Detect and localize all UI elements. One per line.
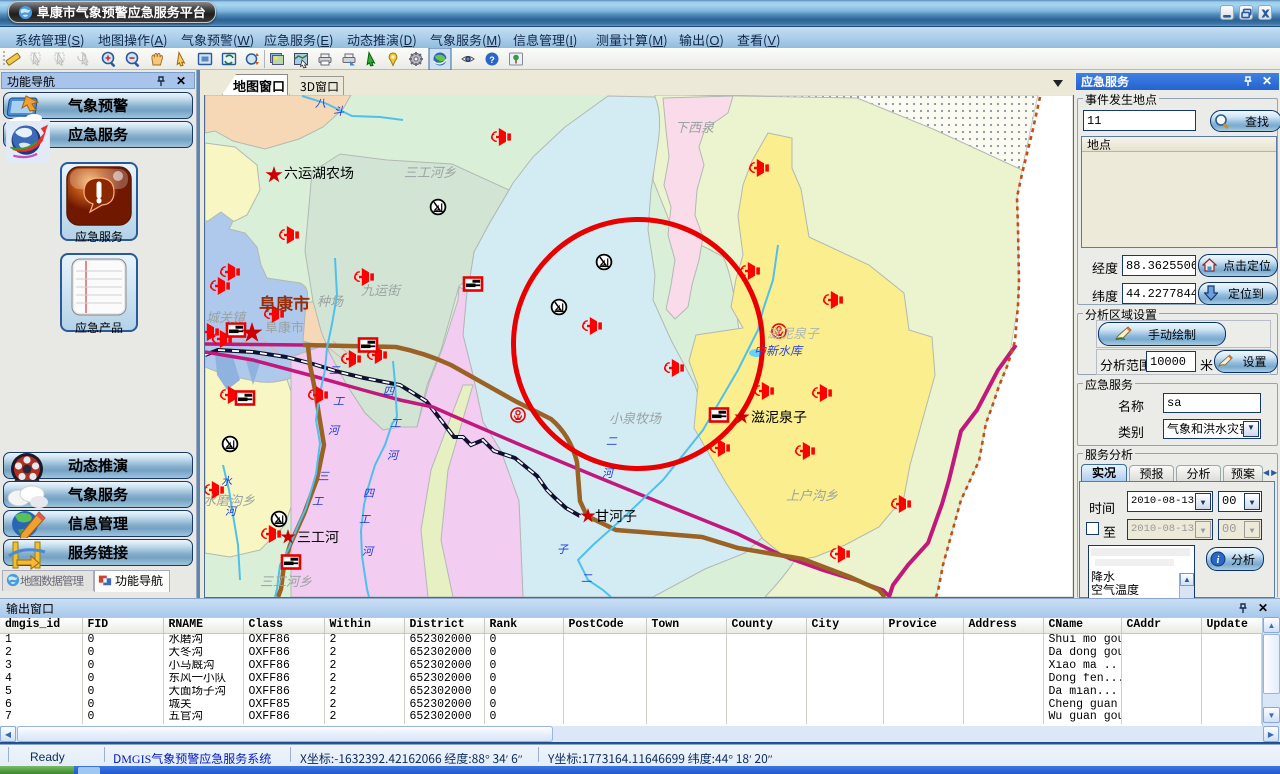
svg-text:种场: 种场 bbox=[317, 291, 344, 310]
svg-text:子: 子 bbox=[557, 541, 569, 557]
svg-text:i: i bbox=[1217, 555, 1220, 566]
svg-text:滋泥泉子: 滋泥泉子 bbox=[751, 407, 807, 427]
svg-text:甘河子: 甘河子 bbox=[595, 506, 637, 526]
svg-text:三工河乡: 三工河乡 bbox=[404, 162, 456, 181]
svg-text:斗: 斗 bbox=[333, 103, 345, 119]
svg-text:小泉牧场: 小泉牧场 bbox=[609, 408, 662, 427]
svg-text:下西泉: 下西泉 bbox=[675, 117, 715, 136]
svg-text:九运街: 九运街 bbox=[361, 280, 402, 299]
svg-text:城关镇: 城关镇 bbox=[206, 307, 247, 326]
svg-text:阜康市: 阜康市 bbox=[265, 317, 304, 336]
svg-text:工: 工 bbox=[359, 511, 371, 527]
svg-text:?: ? bbox=[489, 55, 495, 65]
svg-text:中新水库: 中新水库 bbox=[754, 342, 804, 359]
svg-text:二: 二 bbox=[329, 362, 341, 378]
svg-text:八: 八 bbox=[315, 95, 326, 111]
svg-text:三工河: 三工河 bbox=[297, 527, 339, 547]
svg-text:六运湖农场: 六运湖农场 bbox=[284, 163, 354, 183]
svg-text:阜康市: 阜康市 bbox=[259, 290, 310, 315]
svg-text:三: 三 bbox=[318, 468, 330, 484]
svg-text:滋泥泉子: 滋泥泉子 bbox=[767, 323, 820, 342]
svg-text:工: 工 bbox=[333, 393, 345, 409]
svg-text:水: 水 bbox=[221, 473, 233, 489]
svg-text:工: 工 bbox=[390, 415, 402, 431]
svg-text:二: 二 bbox=[606, 433, 618, 449]
svg-text:上户沟乡: 上户沟乡 bbox=[786, 485, 838, 504]
svg-text:三工河乡: 三工河乡 bbox=[260, 571, 312, 590]
svg-text:二: 二 bbox=[581, 570, 593, 586]
svg-text:工: 工 bbox=[312, 493, 324, 509]
